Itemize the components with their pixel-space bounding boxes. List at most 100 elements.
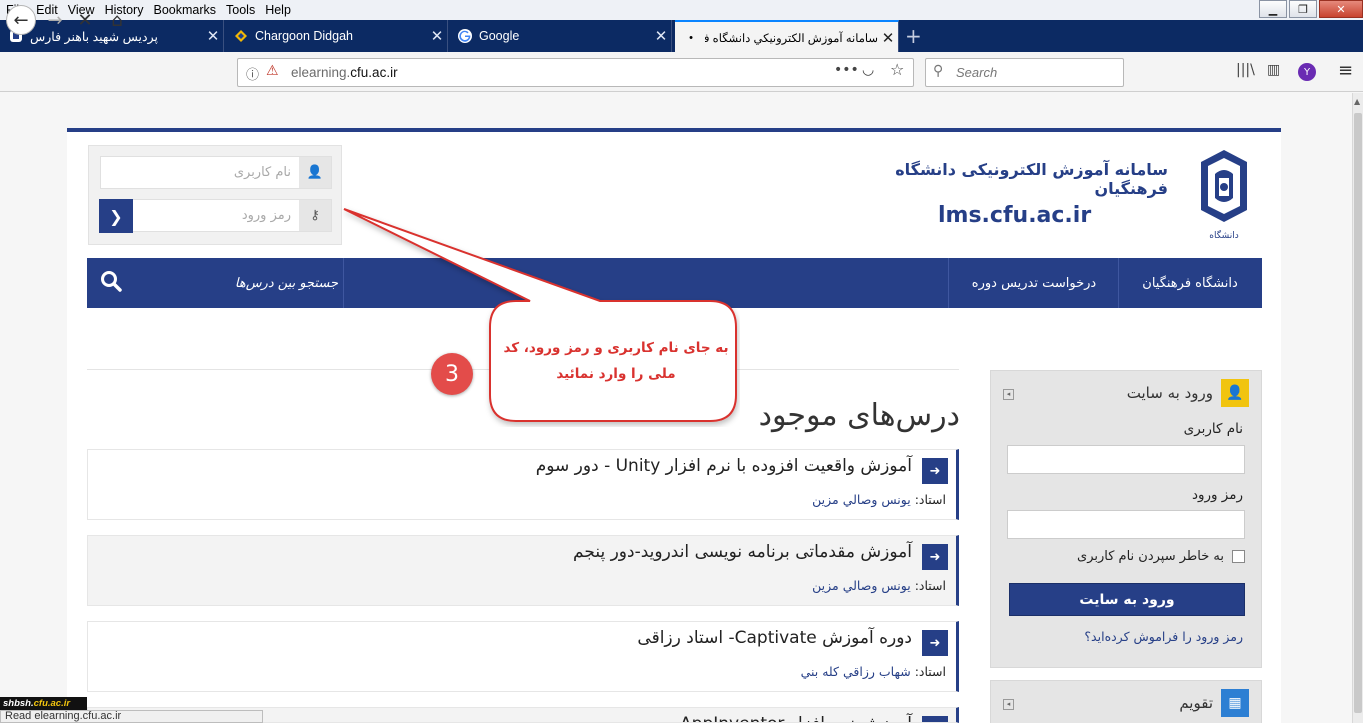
quick-login-submit-button[interactable]: ❯ xyxy=(99,199,133,233)
course-title[interactable]: دوره آموزش Captivate- استاد رزاقی xyxy=(637,628,912,648)
teacher-name[interactable]: شهاب رزاقي كله بني xyxy=(801,664,911,679)
pocket-icon[interactable]: ◡ xyxy=(862,62,874,78)
nav-divider xyxy=(1118,258,1119,308)
user-icon: 👤 xyxy=(299,157,331,188)
teacher-label: استاد: xyxy=(910,578,946,593)
site-url: lms.cfu.ac.ir xyxy=(938,203,1092,228)
teacher-name[interactable]: یونس وصالي مزین xyxy=(812,578,911,593)
course-teacher: استاد: یونس وصالي مزین xyxy=(812,492,946,507)
restore-icon[interactable]: ❐ xyxy=(1289,0,1317,18)
course-card[interactable]: ➜ آموزش واقعیت افزوده با نرم افزار Unity… xyxy=(87,449,959,520)
tab-close-icon[interactable]: ✕ xyxy=(203,27,223,45)
watermark-brand: cfu.ac.ir xyxy=(33,698,71,709)
login-block-header: 👤 ورود به سایت xyxy=(1127,379,1249,407)
tab-google[interactable]: Google ✕ xyxy=(449,20,672,52)
new-tab-button[interactable]: + xyxy=(905,24,922,48)
password-input[interactable] xyxy=(1007,510,1245,539)
url-prefix: elearning. xyxy=(291,65,351,80)
quick-username-field[interactable]: نام کاربری 👤 xyxy=(100,156,332,189)
profile-avatar[interactable]: Y xyxy=(1298,63,1316,81)
minimize-icon[interactable]: ▁ xyxy=(1259,0,1287,18)
watermark-prefix: shbsh. xyxy=(3,698,34,709)
library-icon[interactable]: |||\ xyxy=(1236,62,1255,78)
bookmark-star-icon[interactable]: ☆ xyxy=(890,60,904,79)
callout-bubble xyxy=(343,208,737,422)
login-button[interactable]: ورود به سایت xyxy=(1009,583,1245,616)
vertical-scrollbar[interactable]: ▲ xyxy=(1352,93,1363,723)
course-card[interactable]: ➜ دوره آموزش Captivate- استاد رزاقی استا… xyxy=(87,621,959,692)
loading-dot-icon: • xyxy=(689,31,693,44)
watermark: shbsh.cfu.ac.ir xyxy=(0,697,87,711)
close-window-icon[interactable]: ✕ xyxy=(1319,0,1363,18)
nav-course-search[interactable]: جستجو بین درس‌ها xyxy=(140,258,338,308)
enter-course-icon[interactable]: ➜ xyxy=(922,630,948,656)
forgot-password-link[interactable]: رمز ورود را فراموش کرده‌اید؟ xyxy=(1084,629,1243,644)
course-title[interactable]: آموزش نرم افزار AppInventor xyxy=(680,714,912,722)
chargoon-favicon-icon xyxy=(233,28,249,44)
search-input[interactable] xyxy=(925,58,1124,87)
teacher-name[interactable]: یونس وصالي مزین xyxy=(812,492,911,507)
tab-close-icon[interactable]: ✕ xyxy=(651,27,671,45)
nav-teaching-request[interactable]: درخواست تدریس دوره xyxy=(950,258,1118,308)
tab-close-icon[interactable]: ✕ xyxy=(427,27,447,45)
page-actions-icon[interactable]: ••• xyxy=(834,62,859,78)
calendar-icon: ▦ xyxy=(1221,689,1249,717)
step-number-badge: 3 xyxy=(431,353,473,395)
logo-lettering: دانشگاه xyxy=(1209,229,1238,241)
course-teacher: استاد: یونس وصالي مزین xyxy=(812,578,946,593)
tab-title: Chargoon Didgah xyxy=(255,29,353,43)
nav-divider xyxy=(948,258,949,308)
teacher-label: استاد: xyxy=(910,664,946,679)
password-label: رمز ورود xyxy=(1191,487,1243,503)
quick-password-field[interactable]: رمز ورود ⚷ xyxy=(100,199,332,232)
home-button[interactable]: ⌂ xyxy=(104,7,130,33)
info-icon[interactable]: ⓘ xyxy=(246,64,259,83)
course-title[interactable]: آموزش واقعیت افزوده با نرم افزار Unity -… xyxy=(536,456,912,476)
remember-username-row: به خاطر سپردن نام کاربری xyxy=(1077,549,1245,564)
username-input[interactable] xyxy=(1007,445,1245,474)
calendar-block-header: ▦ تقویم xyxy=(1179,689,1249,717)
tab-elearning-active[interactable]: • سامانه آموزش الکترونیکي دانشگاه فرهنگی… xyxy=(675,20,899,53)
enter-course-icon[interactable]: ➜ xyxy=(922,544,948,570)
course-card[interactable]: ➜ آموزش مقدماتی برنامه نویسی اندروید-دور… xyxy=(87,535,959,606)
forward-button[interactable]: → xyxy=(42,7,68,33)
enter-course-icon[interactable]: ➜ xyxy=(922,716,948,722)
username-placeholder: نام کاربری xyxy=(233,165,291,180)
site-title[interactable]: سامانه آموزش الکترونیکی دانشگاه فرهنگیان xyxy=(838,160,1168,198)
url-text[interactable]: elearning.cfu.ac.ir xyxy=(291,65,398,80)
key-icon: ⚷ xyxy=(299,200,331,231)
course-search-icon[interactable] xyxy=(100,270,122,297)
tab-title: سامانه آموزش الکترونیکي دانشگاه فرهنگیان xyxy=(705,32,878,45)
stop-loading-button[interactable]: ✕ xyxy=(72,7,98,33)
back-button[interactable]: ← xyxy=(6,5,36,35)
course-title[interactable]: آموزش مقدماتی برنامه نویسی اندروید-دور پ… xyxy=(573,542,912,562)
course-teacher: استاد: شهاب رزاقي كله بني xyxy=(801,664,946,679)
tab-close-icon[interactable]: ✕ xyxy=(878,29,898,47)
insecure-lock-icon[interactable]: ⚠ xyxy=(266,63,279,79)
search-icon: ⚲ xyxy=(933,63,944,79)
window-controls: ▁ ❐ ✕ xyxy=(1259,0,1363,18)
sidebar-icon[interactable]: ▥ xyxy=(1267,62,1280,78)
university-logo[interactable]: دانشگاه xyxy=(1193,148,1255,246)
menu-help[interactable]: Help xyxy=(259,3,295,17)
password-placeholder: رمز ورود xyxy=(241,208,291,223)
menu-bookmarks[interactable]: Bookmarks xyxy=(147,3,220,17)
hamburger-menu-icon[interactable]: ≡ xyxy=(1338,60,1353,81)
nav-university[interactable]: دانشگاه فرهنگیان xyxy=(1120,258,1260,308)
user-icon: 👤 xyxy=(1221,379,1249,407)
callout-text: به جای نام کاربری و رمز ورود، کد ملی را … xyxy=(503,340,729,382)
collapse-block-icon[interactable]: ◂ xyxy=(1003,389,1014,400)
enter-course-icon[interactable]: ➜ xyxy=(922,458,948,484)
search-placeholder: Search xyxy=(956,65,998,80)
collapse-block-icon[interactable]: ◂ xyxy=(1003,699,1014,710)
url-domain: cfu.ac.ir xyxy=(350,65,398,80)
remember-label[interactable]: به خاطر سپردن نام کاربری xyxy=(1077,549,1224,564)
calendar-block-title: تقویم xyxy=(1179,694,1213,712)
tab-chargoon[interactable]: Chargoon Didgah ✕ xyxy=(225,20,448,52)
remember-checkbox[interactable] xyxy=(1232,550,1245,563)
menu-tools[interactable]: Tools xyxy=(220,3,259,17)
teacher-label: استاد: xyxy=(910,492,946,507)
google-favicon-icon xyxy=(457,28,473,44)
tab-title: Google xyxy=(479,29,520,43)
menu-bar: File Edit View History Bookmarks Tools H… xyxy=(0,0,1363,20)
